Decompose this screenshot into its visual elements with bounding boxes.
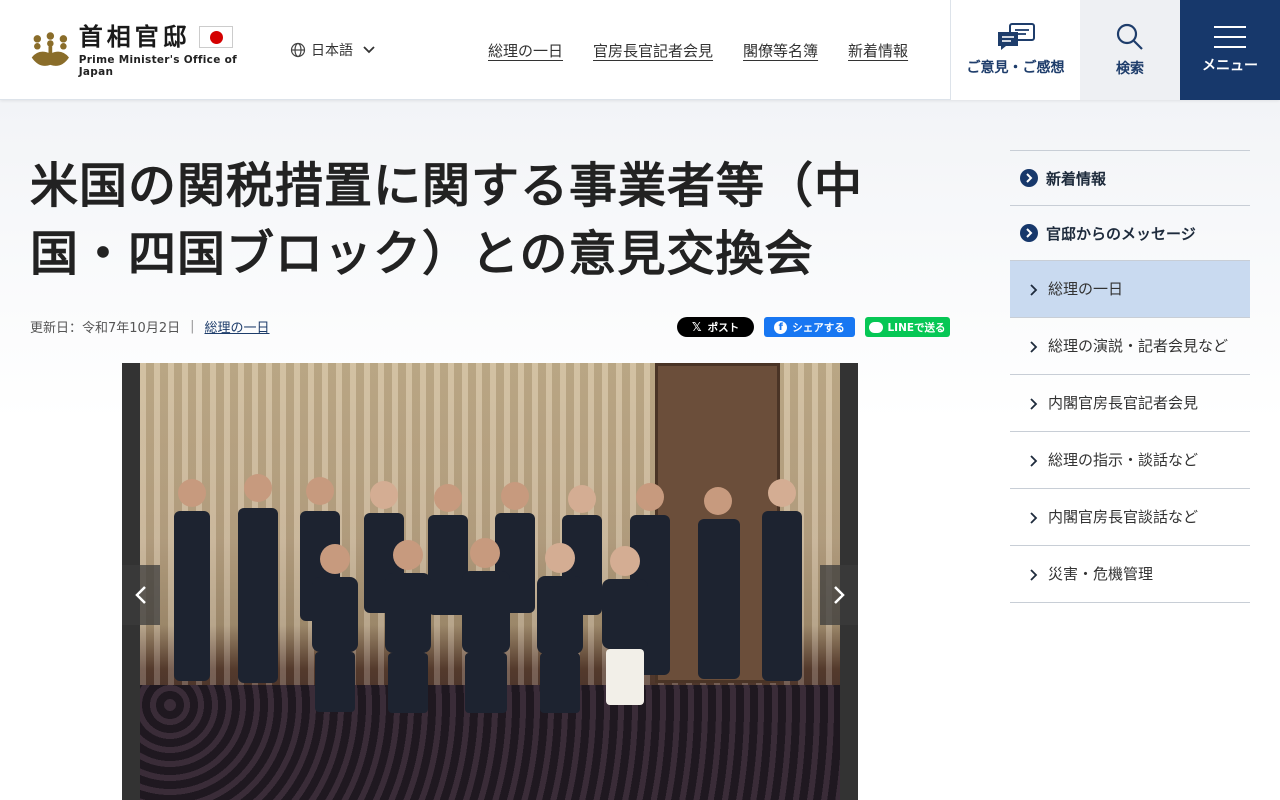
search-label: 検索 bbox=[1116, 61, 1144, 77]
language-selector[interactable]: 日本語 bbox=[290, 38, 380, 62]
sidebar-item-label: 内閣官房長官談話など bbox=[1048, 508, 1199, 526]
opinion-button[interactable]: ご意見・ご感想 bbox=[950, 0, 1080, 100]
meta-separator: | bbox=[190, 319, 195, 334]
sidebar-item-messages[interactable]: 官邸からのメッセージ bbox=[1010, 206, 1250, 261]
sidebar-item-label: 官邸からのメッセージ bbox=[1046, 224, 1196, 243]
sidebar-item-label: 災害・危機管理 bbox=[1048, 565, 1154, 583]
carousel-next-button[interactable] bbox=[820, 565, 858, 625]
sidebar-item-disaster[interactable]: 災害・危機管理 bbox=[1010, 546, 1250, 603]
group-photo bbox=[140, 363, 840, 800]
search-button[interactable]: 検索 bbox=[1080, 0, 1180, 100]
nav-link-pm-day[interactable]: 総理の一日 bbox=[488, 40, 563, 61]
sidebar-item-label: 新着情報 bbox=[1046, 169, 1107, 188]
globe-icon bbox=[290, 42, 306, 58]
chevron-down-icon bbox=[363, 46, 375, 54]
opinion-label: ご意見・ご感想 bbox=[966, 60, 1065, 76]
language-label: 日本語 bbox=[311, 43, 353, 59]
share-line-button[interactable]: LINEで送る bbox=[865, 317, 950, 337]
logo-title: 首相官邸 bbox=[78, 21, 191, 51]
chevron-circle-icon bbox=[1020, 224, 1038, 242]
menu-label: メニュー bbox=[1202, 58, 1258, 74]
chevron-right-icon bbox=[1030, 512, 1038, 524]
sidebar-item-instructions[interactable]: 総理の指示・談話など bbox=[1010, 432, 1250, 489]
x-logo-icon: 𝕏 bbox=[691, 320, 702, 334]
sidebar-item-label: 総理の指示・談話など bbox=[1048, 451, 1199, 469]
nav-link-cabinet-list[interactable]: 閣僚等名簿 bbox=[743, 40, 818, 61]
sidebar-item-speeches[interactable]: 総理の演説・記者会見など bbox=[1010, 318, 1250, 375]
sidebar-nav: 新着情報 官邸からのメッセージ 総理の一日 総理の演説・記者会見など 内閣官房長… bbox=[1010, 150, 1250, 603]
share-x-button[interactable]: 𝕏 ポスト bbox=[677, 317, 754, 337]
chevron-circle-icon bbox=[1020, 169, 1038, 187]
updated-date: 令和7年10月2日 bbox=[82, 321, 181, 336]
share-x-label: ポスト bbox=[707, 321, 740, 334]
facebook-icon: f bbox=[774, 320, 788, 334]
nav-link-news[interactable]: 新着情報 bbox=[848, 40, 908, 61]
sidebar-item-news[interactable]: 新着情報 bbox=[1010, 151, 1250, 206]
share-facebook-button[interactable]: f シェアする bbox=[764, 317, 855, 337]
logo-text: 首相官邸 Prime Minister's Office of Japan bbox=[78, 21, 262, 78]
global-nav: 総理の一日 官房長官記者会見 閣僚等名簿 新着情報 bbox=[488, 40, 908, 61]
chevron-right-icon bbox=[1030, 284, 1038, 296]
hamburger-icon bbox=[1214, 26, 1246, 48]
sidebar-item-label: 総理の演説・記者会見など bbox=[1048, 337, 1229, 355]
site-header: 首相官邸 Prime Minister's Office of Japan 日本… bbox=[0, 0, 1280, 100]
share-facebook-label: シェアする bbox=[792, 321, 845, 334]
chevron-right-icon bbox=[1030, 455, 1038, 467]
sidebar-item-label: 内閣官房長官記者会見 bbox=[1048, 394, 1199, 412]
photo-carousel bbox=[122, 363, 858, 800]
category-link[interactable]: 総理の一日 bbox=[205, 317, 270, 336]
nav-link-press-conference[interactable]: 官房長官記者会見 bbox=[593, 40, 713, 61]
site-logo[interactable]: 首相官邸 Prime Minister's Office of Japan bbox=[28, 22, 262, 78]
menu-button[interactable]: メニュー bbox=[1180, 0, 1280, 100]
chevron-right-icon bbox=[1030, 398, 1038, 410]
japan-flag-icon bbox=[198, 25, 233, 48]
chevron-right-icon bbox=[1030, 569, 1038, 581]
paulownia-crest-icon bbox=[31, 32, 69, 66]
article-meta: 更新日： 令和7年10月2日 | 総理の一日 bbox=[30, 317, 270, 336]
sidebar-item-label: 総理の一日 bbox=[1048, 280, 1124, 298]
page-title: 米国の関税措置に関する事業者等（中国・四国ブロック）との意見交換会 bbox=[30, 158, 864, 282]
sidebar-item-press-conference[interactable]: 内閣官房長官記者会見 bbox=[1010, 375, 1250, 432]
chevron-left-icon bbox=[135, 586, 146, 604]
group-of-people bbox=[174, 474, 802, 713]
line-icon bbox=[869, 321, 884, 333]
chevron-right-icon bbox=[834, 586, 845, 604]
carousel-prev-button[interactable] bbox=[122, 565, 160, 625]
chevron-right-icon bbox=[1030, 341, 1038, 353]
updated-label: 更新日： bbox=[30, 321, 83, 336]
sidebar-item-statements[interactable]: 内閣官房長官談話など bbox=[1010, 489, 1250, 546]
search-icon bbox=[1116, 23, 1143, 50]
logo-subtitle: Prime Minister's Office of Japan bbox=[78, 53, 237, 78]
chat-bubbles-icon bbox=[997, 23, 1035, 50]
sidebar-item-pm-day[interactable]: 総理の一日 bbox=[1010, 261, 1250, 318]
share-line-label: LINEで送る bbox=[887, 321, 946, 334]
